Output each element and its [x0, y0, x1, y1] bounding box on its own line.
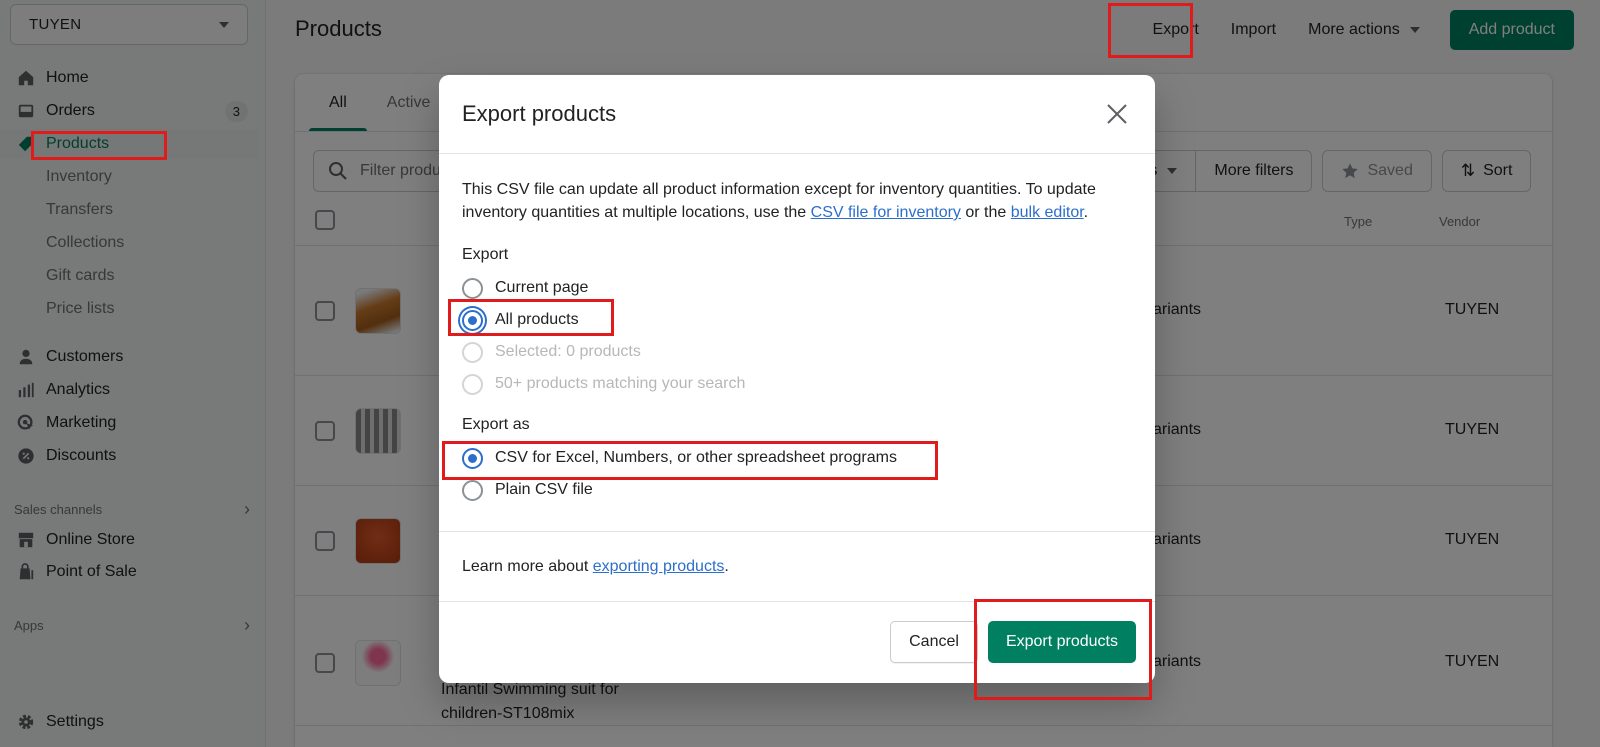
- radio-csv-excel[interactable]: CSV for Excel, Numbers, or other spreads…: [462, 442, 1132, 474]
- radio-current-page[interactable]: Current page: [462, 272, 1132, 304]
- radio-label: 50+ products matching your search: [495, 375, 746, 392]
- exporting-products-link[interactable]: exporting products: [593, 558, 725, 576]
- modal-header: Export products: [439, 75, 1155, 154]
- radio-button[interactable]: [462, 277, 483, 299]
- learn-more-text: .: [724, 557, 729, 575]
- radio-plain-csv[interactable]: Plain CSV file: [462, 474, 1132, 506]
- close-icon: [1107, 104, 1127, 124]
- radio-button[interactable]: [462, 447, 483, 469]
- csv-inventory-link[interactable]: CSV file for inventory: [811, 204, 961, 221]
- modal-body: This CSV file can update all product inf…: [439, 154, 1155, 532]
- cancel-button[interactable]: Cancel: [890, 621, 978, 663]
- modal-title: Export products: [462, 101, 617, 126]
- radio-selected-products: Selected: 0 products: [462, 336, 1132, 368]
- export-radio-group: Current page All products Selected: 0 pr…: [462, 272, 1132, 400]
- radio-label: All products: [495, 311, 579, 328]
- radio-button: [462, 373, 483, 395]
- radio-button[interactable]: [462, 479, 483, 501]
- radio-label: Selected: 0 products: [495, 343, 641, 360]
- export-group-label: Export: [462, 246, 509, 263]
- radio-all-products[interactable]: All products: [462, 304, 1132, 336]
- export-products-modal: Export products This CSV file can update…: [439, 75, 1155, 683]
- export-products-button[interactable]: Export products: [987, 621, 1136, 663]
- description-text: .: [1083, 204, 1089, 221]
- radio-label: Current page: [495, 279, 589, 296]
- radio-button[interactable]: [462, 309, 483, 331]
- radio-button: [462, 341, 483, 363]
- learn-more: Learn more about exporting products.: [439, 532, 1155, 602]
- description-text: or the: [960, 204, 1011, 221]
- radio-label: Plain CSV file: [495, 481, 593, 498]
- export-as-radio-group: CSV for Excel, Numbers, or other spreads…: [462, 442, 1132, 506]
- radio-matching-search: 50+ products matching your search: [462, 368, 1132, 400]
- modal-footer: Cancel Export products: [439, 602, 1155, 682]
- close-button[interactable]: [1102, 99, 1132, 129]
- radio-label: CSV for Excel, Numbers, or other spreads…: [495, 449, 897, 466]
- learn-more-text: Learn more about: [462, 557, 593, 575]
- modal-description: This CSV file can update all product inf…: [462, 178, 1132, 224]
- bulk-editor-link[interactable]: bulk editor: [1011, 204, 1084, 221]
- export-as-group-label: Export as: [462, 416, 530, 433]
